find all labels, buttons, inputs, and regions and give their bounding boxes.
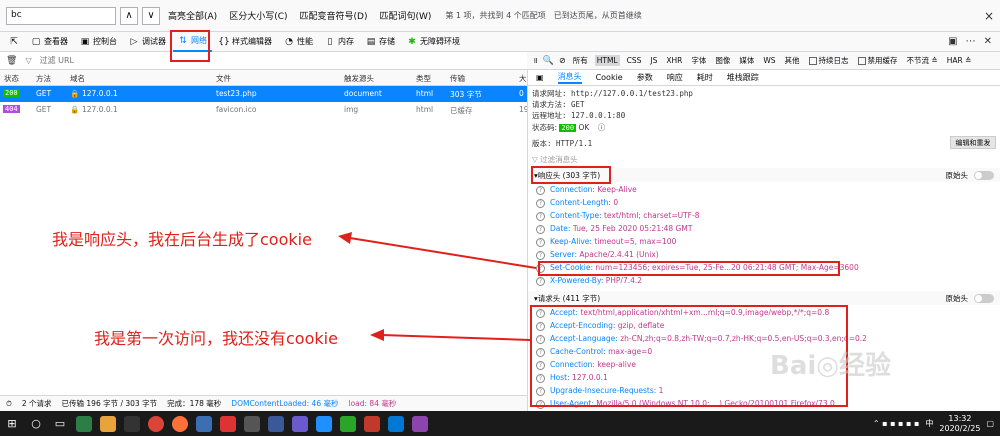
app-icon[interactable] [292,415,308,432]
app-icon[interactable] [100,415,116,432]
app-icon[interactable] [196,415,212,432]
app-icon[interactable] [364,415,380,432]
arrowhead-icon [338,232,352,244]
app-icon[interactable] [412,415,428,432]
app-icon[interactable] [220,415,236,432]
search-icon[interactable]: ○ [24,411,48,436]
arrow-line-request [381,334,531,341]
firefox-icon[interactable] [172,415,188,432]
chrome-icon[interactable] [148,415,164,432]
notification-icon[interactable]: ▢ [986,419,994,428]
windows-start-icon[interactable]: ⊞ [0,411,24,436]
annotation-request: 我是第一次访问，我还没有cookie [94,329,338,348]
wechat-icon[interactable] [340,415,356,432]
task-view-icon[interactable]: ▭ [48,411,72,436]
tray-icons[interactable]: ⌃ ▪ ▪ ▪ ▪ ▪ [873,419,920,428]
arrowhead-icon [370,329,384,341]
app-icon[interactable] [244,415,260,432]
arrow-line-response [349,237,537,269]
annotation-response: 我是响应头，我在后台生成了cookie [52,230,312,249]
app-icon[interactable] [268,415,284,432]
taskbar: ⊞ ○ ▭ ⌃ ▪ ▪ ▪ ▪ ▪ 中 13:32 2020/2/25 ▢ [0,411,1000,436]
language-indicator[interactable]: 中 [925,418,933,429]
watermark: Bai◎经验 [770,351,891,381]
app-icon[interactable] [76,415,92,432]
clock[interactable]: 13:32 2020/2/25 [939,414,980,434]
app-icon[interactable] [316,415,332,432]
vscode-icon[interactable] [388,415,404,432]
app-icon[interactable] [124,415,140,432]
